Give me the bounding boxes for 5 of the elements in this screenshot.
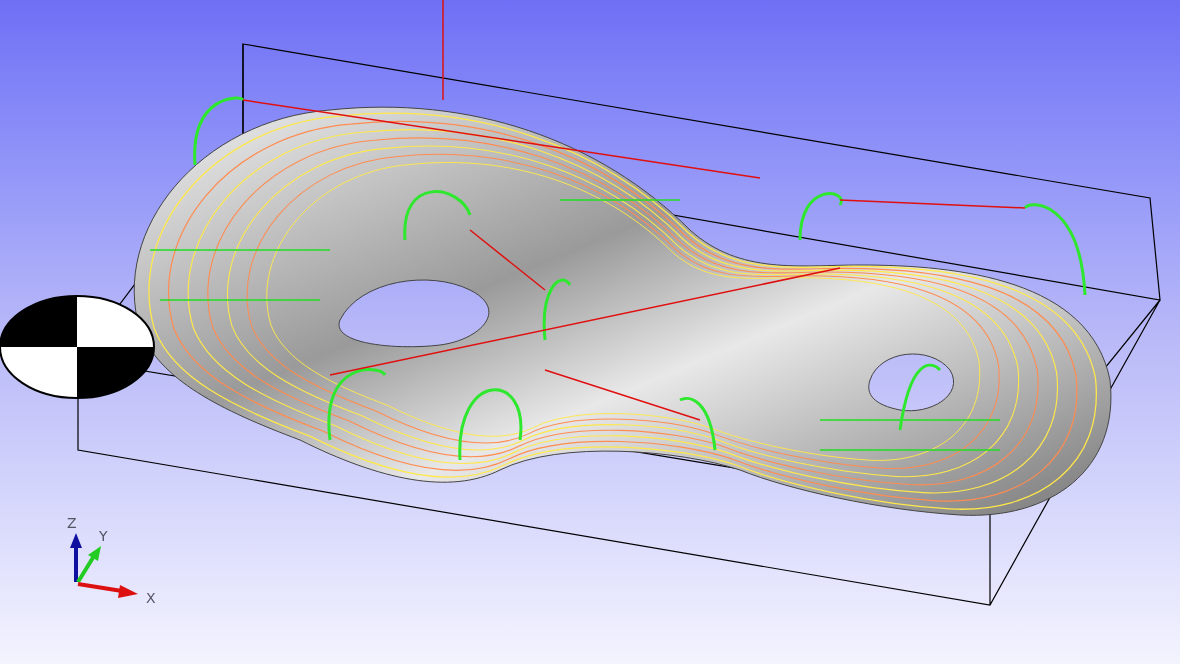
axis-label: X <box>146 590 156 606</box>
axis-triad-icon <box>70 533 138 598</box>
axis-label: Z <box>67 515 77 531</box>
datum-target-icon <box>0 295 155 399</box>
axis-label: Y <box>99 528 108 544</box>
